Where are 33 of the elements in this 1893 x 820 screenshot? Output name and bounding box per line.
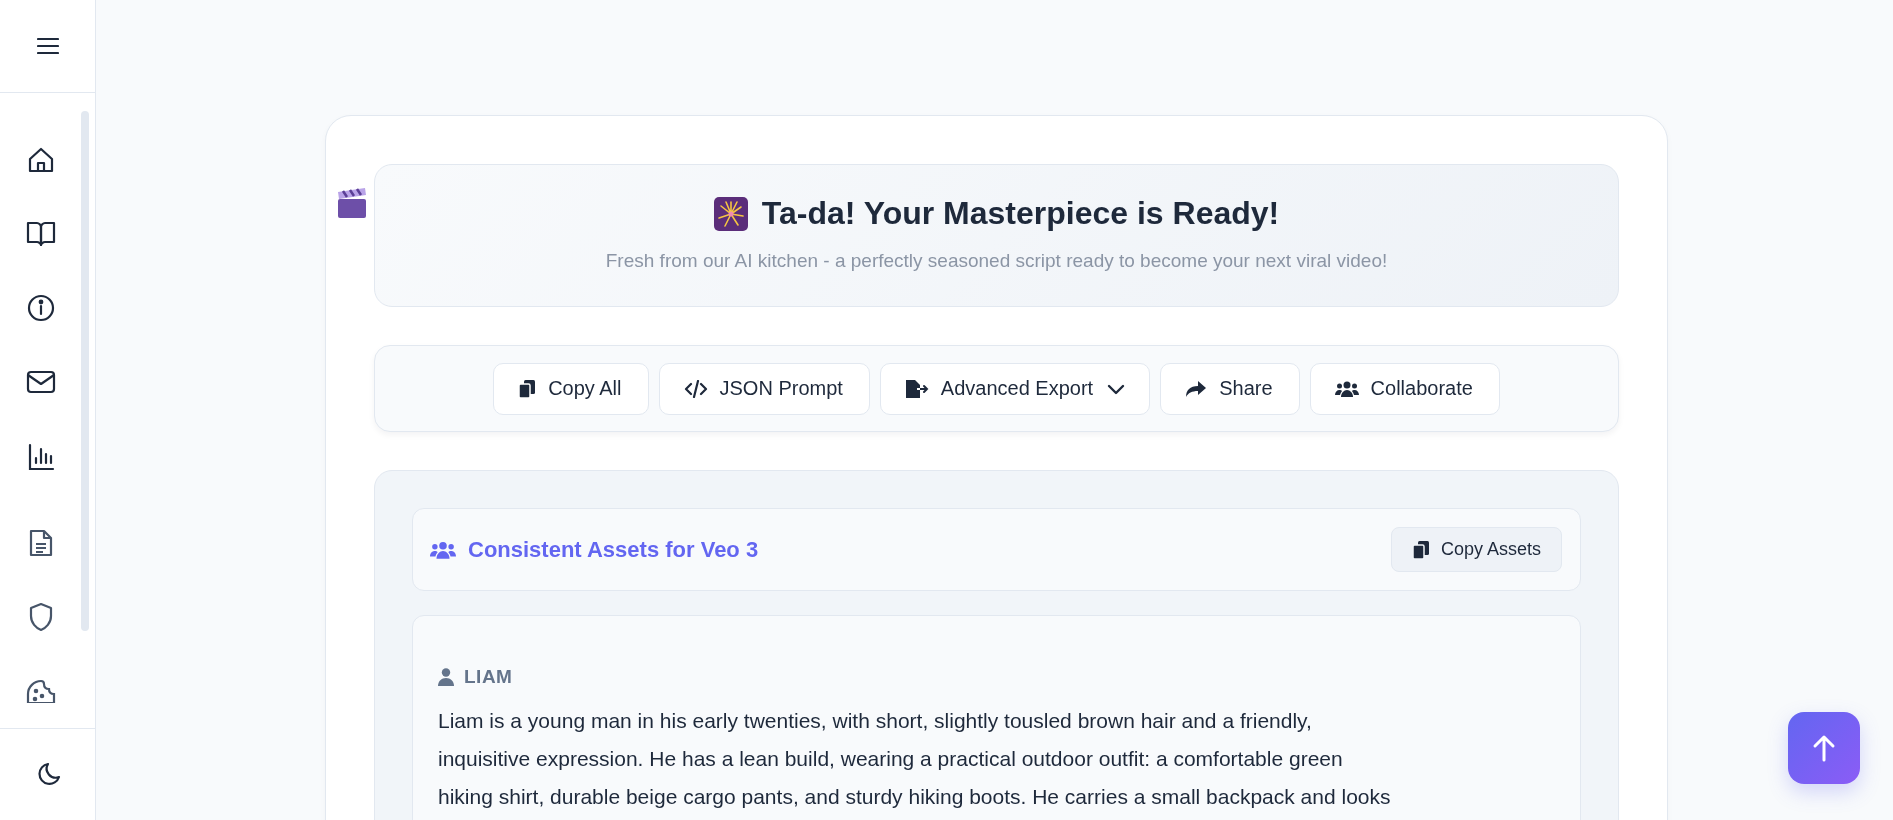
scroll-to-top-button[interactable] xyxy=(1788,712,1860,784)
person-icon xyxy=(438,668,454,686)
copy-icon xyxy=(518,378,537,399)
copy-icon xyxy=(1411,539,1430,560)
chevron-down-icon xyxy=(1107,382,1126,395)
arrow-up-icon xyxy=(1812,734,1836,762)
toolbar-button[interactable]: JSON Prompt xyxy=(658,362,870,415)
shield-icon[interactable] xyxy=(27,601,54,632)
mail-icon[interactable] xyxy=(25,370,56,395)
info-icon[interactable] xyxy=(26,294,55,323)
document-icon[interactable] xyxy=(27,527,54,558)
users-icon xyxy=(1334,379,1359,398)
bar-chart-icon[interactable] xyxy=(26,442,55,471)
users-icon xyxy=(430,539,456,560)
copy-assets-button[interactable]: Copy Assets xyxy=(1390,527,1562,572)
page-subtitle: Fresh from our AI kitchen - a perfectly seasoned script ready to become your next viral video! xyxy=(605,250,1388,272)
toolbar-button[interactable]: Collaborate xyxy=(1309,362,1500,415)
toolbar-button[interactable]: Share xyxy=(1160,362,1300,415)
character-description: Liam is a young man in his early twenties, with short, slightly tousled brown hair and a friendly, inquisitive expression. He has a lean build, wearing a practical outdoor outfit: a comfortable green hiking shirt, durable beige cargo pants, and sturdy hiking boots. He carries a small backpack and looks xyxy=(438,708,1392,810)
book-icon[interactable] xyxy=(25,220,56,249)
code-icon xyxy=(683,379,708,398)
home-icon[interactable] xyxy=(26,146,55,175)
toolbar-button[interactable]: Copy All xyxy=(493,362,649,415)
page-title: Ta-da! Your Masterpiece is Ready! xyxy=(761,195,1280,232)
fireworks-icon xyxy=(713,196,748,231)
toolbar-button[interactable]: Advanced Export xyxy=(879,362,1151,415)
file-export-icon xyxy=(904,378,929,399)
clapperboard-icon xyxy=(336,186,368,220)
character-name: LIAM xyxy=(464,666,513,688)
assets-title: Consistent Assets for Veo 3 xyxy=(468,536,759,563)
menu-icon[interactable] xyxy=(36,37,59,55)
share-arrow-icon xyxy=(1185,379,1208,398)
cookie-icon[interactable] xyxy=(25,678,56,703)
